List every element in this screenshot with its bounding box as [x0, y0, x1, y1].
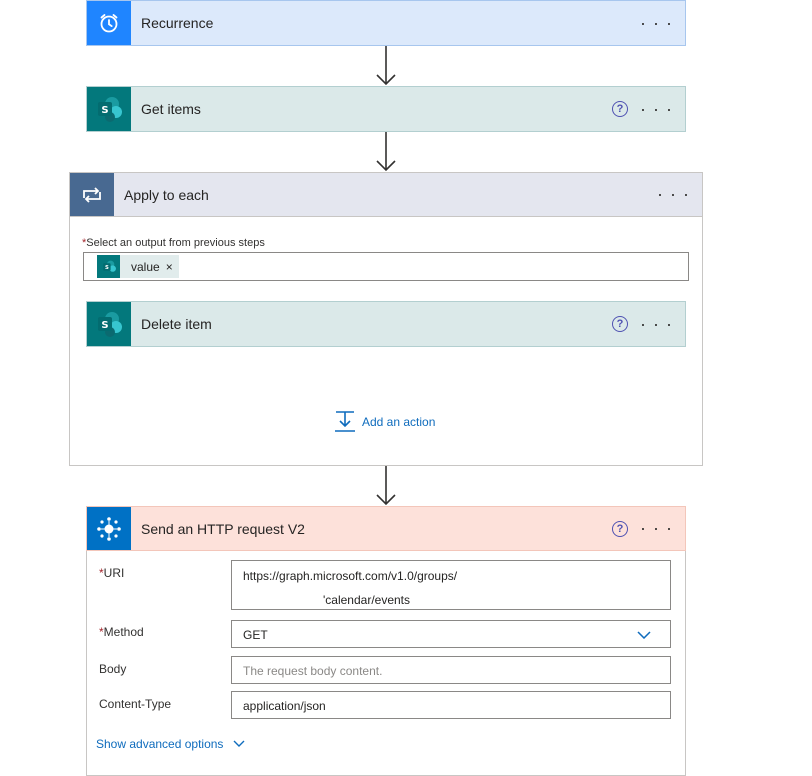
help-icon[interactable]: ?: [612, 520, 628, 537]
help-icon[interactable]: ?: [612, 101, 628, 117]
svg-text:S: S: [104, 265, 108, 271]
select-output-input[interactable]: S value ×: [83, 252, 689, 281]
sharepoint-icon: S: [87, 87, 131, 131]
help-icon[interactable]: ?: [612, 316, 628, 332]
uri-input[interactable]: https://graph.microsoft.com/v1.0/groups/…: [231, 560, 671, 610]
apply-to-each-header[interactable]: Apply to each · · ·: [69, 172, 703, 217]
http-connector-icon: [87, 507, 131, 550]
value-token[interactable]: S value ×: [97, 255, 179, 278]
body-input[interactable]: The request body content.: [231, 656, 671, 684]
content-type-label: Content-Type: [99, 697, 172, 711]
sharepoint-icon: S: [87, 302, 131, 346]
http-request-title: Send an HTTP request V2: [141, 520, 305, 537]
uri-value-line1: https://graph.microsoft.com/v1.0/groups/: [243, 569, 458, 583]
body-label: Body: [99, 662, 127, 676]
get-items-more-button[interactable]: · · ·: [640, 87, 673, 131]
apply-to-each-title: Apply to each: [124, 186, 209, 203]
uri-value-line2: 'calendar/events: [323, 593, 411, 607]
delete-item-title: Delete item: [141, 316, 212, 332]
content-type-input[interactable]: application/json: [231, 691, 671, 719]
show-advanced-options-label: Show advanced options: [96, 737, 224, 751]
recurrence-more-button[interactable]: · · ·: [640, 1, 673, 45]
get-items-card[interactable]: S Get items ? · · ·: [86, 86, 686, 132]
delete-item-more-button[interactable]: · · ·: [640, 302, 673, 346]
flow-arrow-icon: [376, 466, 396, 506]
svg-text:S: S: [101, 105, 108, 116]
select-output-label: *Select an output from previous steps: [82, 237, 265, 249]
method-label: *Method: [99, 625, 144, 639]
chevron-down-icon: [637, 631, 651, 639]
uri-label: *URI: [99, 566, 125, 580]
add-action-icon: [335, 411, 355, 432]
http-request-more-button[interactable]: · · ·: [640, 507, 673, 550]
sharepoint-icon: S: [97, 255, 120, 278]
loop-icon: [70, 173, 114, 216]
svg-text:S: S: [101, 320, 108, 331]
http-request-header[interactable]: Send an HTTP request V2 ? · · ·: [86, 506, 686, 551]
remove-token-button[interactable]: ×: [166, 260, 173, 274]
recurrence-title: Recurrence: [141, 15, 214, 31]
flow-arrow-icon: [376, 132, 396, 172]
add-action-button[interactable]: Add an action: [334, 410, 435, 434]
delete-item-card[interactable]: S Delete item ? · · ·: [86, 301, 686, 347]
value-token-label: value: [131, 259, 160, 274]
alarm-clock-icon: [87, 1, 131, 45]
apply-to-each-more-button[interactable]: · · ·: [657, 173, 690, 216]
method-value: GET: [243, 628, 268, 642]
add-action-label: Add an action: [362, 415, 436, 429]
recurrence-card[interactable]: Recurrence · · ·: [86, 0, 686, 46]
chevron-down-icon: [233, 740, 245, 747]
show-advanced-options-button[interactable]: Show advanced options: [96, 737, 245, 751]
method-select[interactable]: GET: [231, 620, 671, 648]
get-items-title: Get items: [141, 101, 201, 117]
flow-arrow-icon: [376, 46, 396, 86]
body-placeholder: The request body content.: [243, 664, 383, 678]
content-type-value: application/json: [243, 699, 326, 713]
